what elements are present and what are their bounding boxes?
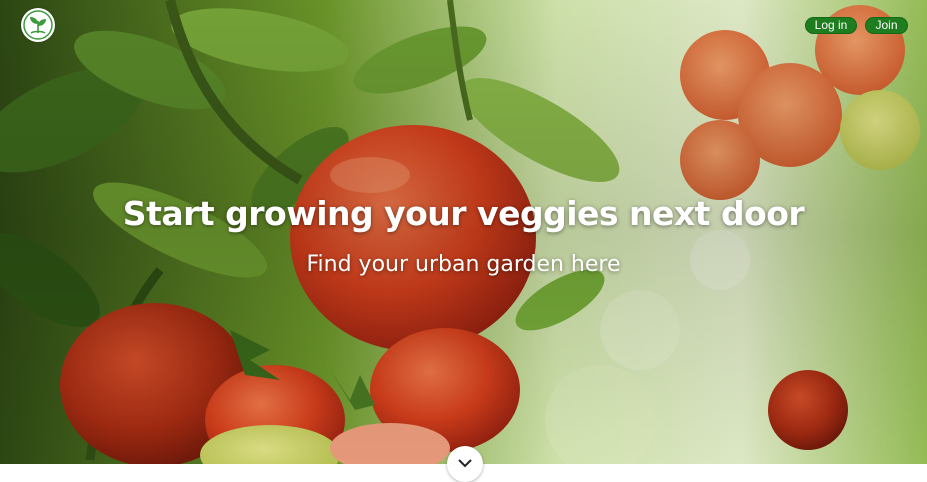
join-button[interactable]: Join [865, 17, 908, 34]
chevron-down-icon [458, 459, 472, 468]
scroll-down-button[interactable] [447, 446, 483, 482]
logo[interactable] [21, 8, 55, 42]
hero-headline: Start growing your veggies next door [122, 194, 805, 233]
leaf-seedling-icon [23, 10, 53, 40]
hero-section: Log in Join Start growing your veggies n… [0, 0, 927, 464]
login-button[interactable]: Log in [805, 17, 857, 34]
hero-subheadline: Find your urban garden here [306, 252, 621, 277]
header-nav: Log in Join [805, 17, 908, 34]
